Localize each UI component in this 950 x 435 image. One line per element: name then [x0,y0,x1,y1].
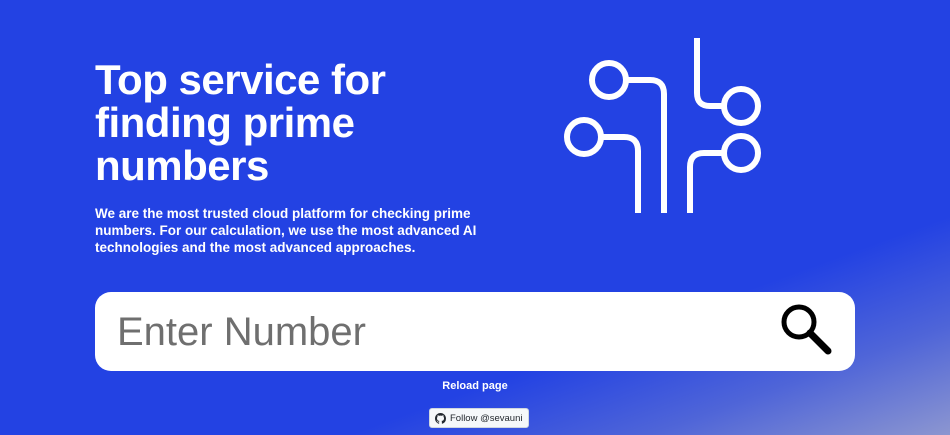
github-follow-button[interactable]: Follow @sevauni [429,408,530,428]
reload-page-link[interactable]: Reload page [0,380,950,392]
number-input[interactable] [115,300,759,364]
search-box [95,292,855,371]
search-button[interactable] [775,298,839,362]
circuit-icon [564,38,761,213]
page-title: Top service for finding prime numbers [95,56,386,189]
follow-label: Follow @sevauni [450,412,523,424]
page-description: We are the most trusted cloud platform f… [95,206,477,255]
github-icon [435,412,446,424]
search-icon [781,304,832,355]
